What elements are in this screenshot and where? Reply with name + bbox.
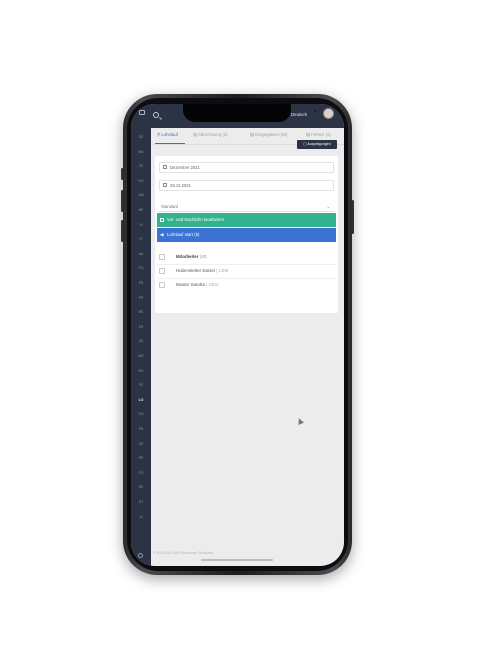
employee-header-label: Mitarbeiter | ID bbox=[176, 254, 207, 259]
period-value: Dezember 2021 bbox=[170, 165, 200, 170]
sidebar-item-ko-3[interactable]: KO bbox=[131, 179, 151, 183]
sidebar-item-um-4[interactable]: UM bbox=[131, 193, 151, 197]
language-selector[interactable]: Deutsch bbox=[291, 112, 307, 117]
sidebar-item-za-14[interactable]: ZA bbox=[131, 339, 151, 343]
sidebar-item-zr-13[interactable]: ZR bbox=[131, 325, 151, 329]
sidebar-item-fr-11[interactable]: FR bbox=[131, 296, 151, 300]
start-button-label: Lohnlauf start (8) bbox=[167, 232, 200, 237]
calendar-icon bbox=[163, 183, 167, 187]
select-all-checkbox[interactable] bbox=[159, 254, 165, 260]
start-payroll-button[interactable]: ◀ Lohnlauf start (8) bbox=[157, 228, 336, 242]
sidebar-item-we-15[interactable]: WE bbox=[131, 354, 151, 358]
calendar-icon bbox=[163, 165, 167, 169]
sidebar-item-pr-10[interactable]: PR bbox=[131, 281, 151, 285]
tab-lohnlauf[interactable]: ⚲ Lohnlauf bbox=[157, 132, 178, 138]
tab-eingegeben[interactable]: ▤ Eingegeben (18) bbox=[250, 132, 287, 138]
employee-header-row: Mitarbeiter | ID bbox=[157, 250, 336, 264]
home-indicator bbox=[201, 559, 273, 561]
auspraegungen-button[interactable]: ▢ Ausprägungen bbox=[297, 140, 337, 149]
stage: Deutsch DE MA TE KO UM NE VI IT AU FO PR FR RE ZR ZA WE… bbox=[0, 0, 485, 667]
phone-notch bbox=[183, 104, 318, 122]
sidebar-item-vi-6[interactable]: VI bbox=[131, 223, 151, 227]
sidebar-item-bo-16[interactable]: BO bbox=[131, 369, 151, 373]
sidebar-item-ma-1[interactable]: MA bbox=[131, 150, 151, 154]
variant-select[interactable]: Standard ⌄ bbox=[159, 201, 334, 212]
tab-fehlen[interactable]: ▤ Fehlen (4) bbox=[306, 132, 331, 138]
sidebar-item-fe-17[interactable]: FE bbox=[131, 383, 151, 387]
sidebar-item-pr-20[interactable]: PR bbox=[131, 427, 151, 431]
employee-name: Hubenstetter Daniel | 1308 bbox=[176, 268, 229, 273]
settings-gear-icon[interactable] bbox=[138, 553, 143, 558]
edit-icon bbox=[160, 218, 164, 222]
sidebar-item-de-0[interactable]: DE bbox=[131, 135, 151, 139]
employee-row[interactable]: Hubenstetter Daniel | 1308 bbox=[157, 264, 336, 278]
search-icon[interactable] bbox=[153, 112, 159, 118]
footer-copyright: © 2020 ALCHIM Business Software bbox=[153, 551, 213, 555]
employee-name: Muster Sandra | 1004 bbox=[176, 282, 219, 287]
sidebar-item-ze-21[interactable]: ZE bbox=[131, 442, 151, 446]
logo-icon[interactable] bbox=[139, 110, 145, 115]
megaphone-icon: ◀ bbox=[160, 232, 164, 237]
sidebar-item-fo-23[interactable]: FO bbox=[131, 471, 151, 475]
employee-row[interactable]: Muster Sandra | 1004 bbox=[157, 278, 336, 292]
sidebar-item-st-25[interactable]: ST bbox=[131, 500, 151, 504]
edit-button-label: Vor- und Nachlohn bearbeiten bbox=[167, 217, 225, 222]
sidebar-item-lo-18[interactable]: LO bbox=[131, 398, 151, 402]
sidebar-item-re-24[interactable]: RE bbox=[131, 485, 151, 489]
sidebar: DE MA TE KO UM NE VI IT AU FO PR FR RE ZR ZA WE BO FE LO DO… bbox=[131, 128, 151, 566]
lohnlauf-card: Dezember 2021 29.12.2021 Standard ⌄ Vor-… bbox=[155, 156, 338, 313]
select-value: Standard bbox=[161, 204, 178, 209]
sidebar-item-te-2[interactable]: TE bbox=[131, 164, 151, 168]
period-field[interactable]: Dezember 2021 bbox=[159, 162, 334, 173]
avatar[interactable] bbox=[323, 108, 334, 119]
app-screen: Deutsch DE MA TE KO UM NE VI IT AU FO PR FR RE ZR ZA WE… bbox=[131, 104, 344, 566]
employee-checkbox[interactable] bbox=[159, 268, 165, 274]
edit-pre-post-payroll-button[interactable]: Vor- und Nachlohn bearbeiten bbox=[157, 213, 336, 227]
sidebar-item-vi-26[interactable]: VI bbox=[131, 515, 151, 519]
date-value: 29.12.2021 bbox=[170, 183, 191, 188]
sidebar-item-it-7[interactable]: IT bbox=[131, 237, 151, 241]
sidebar-item-ne-5[interactable]: NE bbox=[131, 208, 151, 212]
tab-abrechnung[interactable]: ▤ Abrechnung (3) bbox=[193, 132, 228, 138]
sidebar-item-au-8[interactable]: AU bbox=[131, 252, 151, 256]
sidebar-item-do-19[interactable]: DO bbox=[131, 412, 151, 416]
date-field[interactable]: 29.12.2021 bbox=[159, 180, 334, 191]
sidebar-item-pe-22[interactable]: PE bbox=[131, 456, 151, 460]
chevron-down-icon: ⌄ bbox=[326, 204, 330, 209]
sidebar-item-fo-9[interactable]: FO bbox=[131, 266, 151, 270]
sidebar-item-re-12[interactable]: RE bbox=[131, 310, 151, 314]
camera-icon bbox=[313, 108, 318, 113]
employee-checkbox[interactable] bbox=[159, 282, 165, 288]
